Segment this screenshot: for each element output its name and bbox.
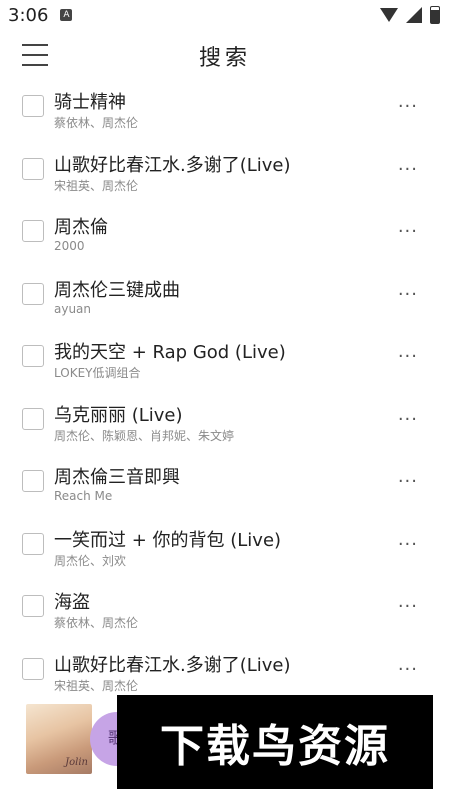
select-checkbox[interactable]	[22, 345, 44, 367]
song-artist: 2000	[54, 239, 85, 253]
app-toolbar: 搜索	[0, 30, 450, 82]
song-row[interactable]: 乌克丽丽 (Live) 周杰伦、陈颖恩、肖邦妮、朱文婷 ···	[0, 395, 450, 458]
select-checkbox[interactable]	[22, 95, 44, 117]
more-options-icon[interactable]: ···	[398, 221, 418, 242]
more-options-icon[interactable]: ···	[398, 534, 418, 555]
more-options-icon[interactable]: ···	[398, 596, 418, 617]
signal-icon	[406, 7, 422, 23]
song-title: 周杰倫	[54, 217, 108, 238]
app-notification-icon: A	[60, 9, 73, 21]
watermark-banner: 下载鸟资源	[117, 695, 433, 789]
song-row[interactable]: 我的天空 + Rap God (Live) LOKEY低调组合 ···	[0, 332, 450, 395]
song-title: 骑士精神	[54, 92, 126, 113]
select-checkbox[interactable]	[22, 407, 44, 430]
cover-signature: Jolin	[65, 757, 88, 768]
song-row[interactable]: 一笑而过 + 你的背包 (Live) 周杰伦、刘欢 ···	[0, 520, 450, 583]
more-options-icon[interactable]: ···	[398, 284, 418, 305]
select-checkbox[interactable]	[22, 220, 44, 242]
song-artist: ayuan	[54, 301, 92, 316]
select-checkbox[interactable]	[22, 532, 44, 555]
wifi-icon	[380, 8, 398, 22]
select-checkbox[interactable]	[22, 470, 44, 492]
more-options-icon[interactable]: ···	[398, 346, 418, 367]
song-artist: LOKEY低调组合	[54, 366, 141, 380]
song-title: 周杰伦三键成曲	[54, 279, 180, 301]
status-time: 3:06	[8, 4, 49, 26]
song-title: 周杰倫三音即興	[54, 467, 180, 488]
song-title: 我的天空 + Rap God (Live)	[54, 342, 286, 363]
status-bar: 3:06 A	[0, 0, 450, 30]
select-checkbox[interactable]	[22, 282, 44, 305]
song-artist: 蔡依林、周杰伦	[54, 616, 139, 630]
album-cover[interactable]: Jolin	[26, 704, 92, 774]
song-row[interactable]: 周杰伦三键成曲 ayuan ···	[0, 270, 450, 333]
watermark-text: 下载鸟资源	[160, 721, 390, 772]
mini-player[interactable]: Jolin 歌 下载鸟资源	[0, 695, 450, 800]
page-title: 搜索	[198, 46, 251, 71]
more-options-icon[interactable]: ···	[398, 471, 418, 492]
song-artist: 周杰伦、刘欢	[54, 553, 127, 568]
select-checkbox[interactable]	[22, 657, 44, 680]
more-options-icon[interactable]: ···	[398, 409, 418, 430]
song-list: 骑士精神 蔡依林、周杰伦 ··· 山歌好比春江水.多谢了(Live) 宋祖英、周…	[0, 82, 450, 707]
song-row[interactable]: 周杰倫三音即興 Reach Me ···	[0, 457, 450, 520]
status-icons	[380, 6, 440, 24]
select-checkbox[interactable]	[22, 157, 44, 180]
song-row[interactable]: 骑士精神 蔡依林、周杰伦 ···	[0, 82, 450, 145]
song-title: 乌克丽丽 (Live)	[54, 404, 183, 426]
song-title: 山歌好比春江水.多谢了(Live)	[54, 654, 291, 676]
more-options-icon[interactable]: ···	[398, 159, 418, 180]
song-title: 海盗	[54, 592, 90, 613]
song-row[interactable]: 山歌好比春江水.多谢了(Live) 宋祖英、周杰伦 ···	[0, 145, 450, 208]
song-artist: 蔡依林、周杰伦	[54, 116, 139, 130]
more-options-icon[interactable]: ···	[398, 659, 418, 680]
song-artist: 周杰伦、陈颖恩、肖邦妮、朱文婷	[54, 428, 235, 443]
song-artist: 宋祖英、周杰伦	[54, 678, 139, 693]
song-title: 一笑而过 + 你的背包 (Live)	[54, 529, 282, 551]
song-row[interactable]: 周杰倫 2000 ···	[0, 207, 450, 270]
song-title: 山歌好比春江水.多谢了(Live)	[54, 154, 291, 176]
song-row[interactable]: 海盗 蔡依林、周杰伦 ···	[0, 582, 450, 645]
select-checkbox[interactable]	[22, 595, 44, 617]
battery-icon	[430, 6, 440, 24]
more-options-icon[interactable]: ···	[398, 96, 418, 117]
song-artist: 宋祖英、周杰伦	[54, 178, 139, 193]
song-artist: Reach Me	[54, 489, 113, 503]
